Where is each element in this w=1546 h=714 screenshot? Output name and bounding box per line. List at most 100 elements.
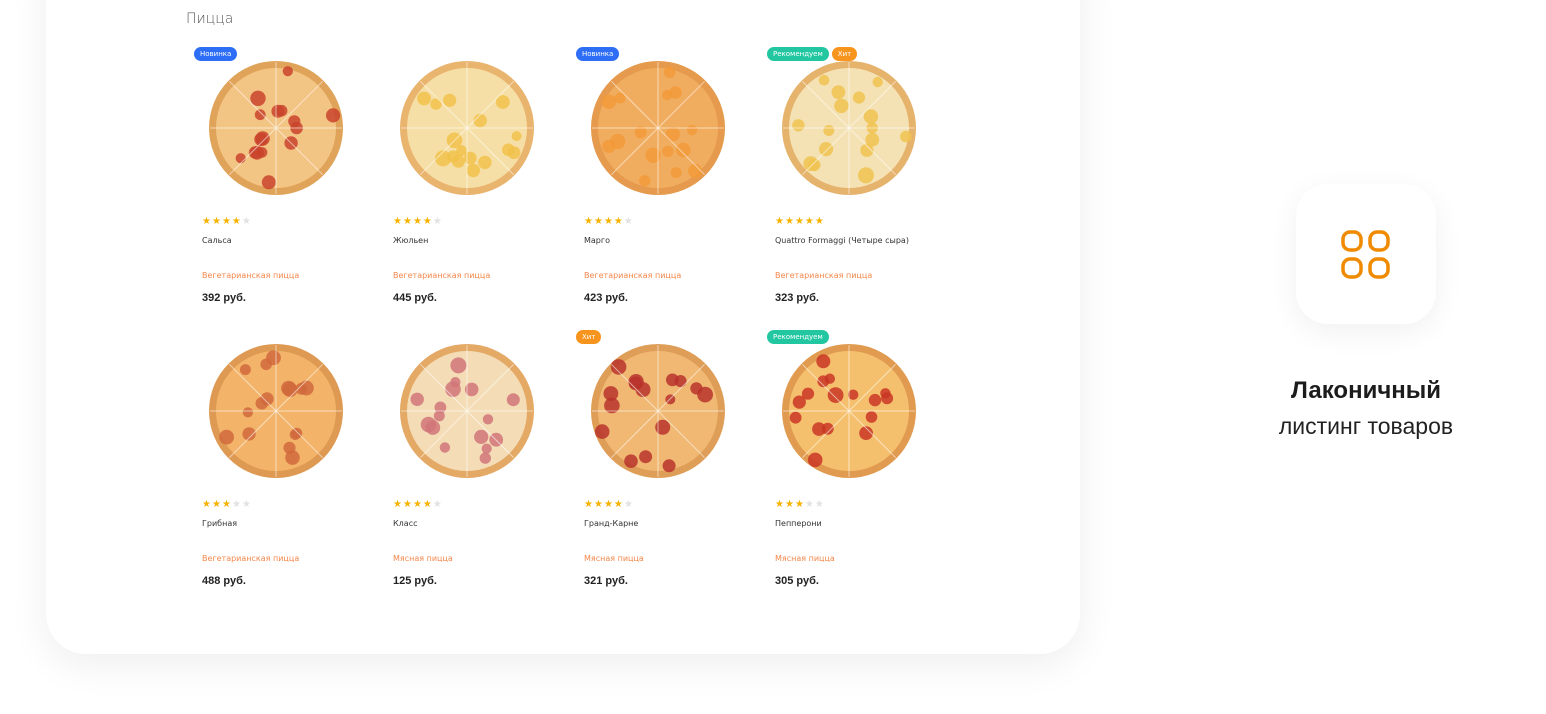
rating-stars: ★★★★★ xyxy=(202,500,252,510)
product-name[interactable]: Грибная xyxy=(202,519,237,528)
product-card[interactable]: ★★★★★ Класс Мясная пицца 125 руб. xyxy=(393,337,563,607)
star-icon: ★ xyxy=(412,499,423,510)
star-icon: ★ xyxy=(804,216,815,227)
star-icon: ★ xyxy=(593,499,604,510)
pizza-image[interactable] xyxy=(393,54,541,202)
star-icon: ★ xyxy=(784,499,795,510)
product-badge: Рекомендуем xyxy=(767,330,829,344)
product-price: 445 руб. xyxy=(393,292,437,304)
star-icon: ★ xyxy=(814,499,825,510)
star-icon: ★ xyxy=(211,216,222,227)
star-icon: ★ xyxy=(202,499,212,510)
product-category: Вегетарианская пицца xyxy=(775,271,873,280)
product-badge: Новинка xyxy=(576,47,620,61)
product-price: 305 руб. xyxy=(775,575,819,587)
star-icon: ★ xyxy=(422,216,433,227)
star-icon: ★ xyxy=(794,216,805,227)
star-icon: ★ xyxy=(393,499,403,510)
feature-subtitle: листинг товаров xyxy=(1278,413,1454,439)
rating-stars: ★★★★★ xyxy=(202,217,252,227)
product-badges: Рекомендуем xyxy=(767,330,829,344)
product-badge: Новинка xyxy=(194,47,238,61)
star-icon: ★ xyxy=(775,499,785,510)
pizza-image[interactable] xyxy=(775,54,923,202)
star-icon: ★ xyxy=(211,499,222,510)
product-card[interactable]: Рекомендуем Хит ★★★★★ Quattro Formaggi (Чет… xyxy=(767,47,945,324)
product-name[interactable]: Класс xyxy=(393,519,418,528)
pizza-image[interactable] xyxy=(393,337,541,485)
product-card[interactable]: Хит ★★★★★ Гранд-Карне Мясная пицца 321 руб. xyxy=(576,330,754,607)
star-icon: ★ xyxy=(422,499,433,510)
star-icon: ★ xyxy=(784,216,795,227)
star-icon: ★ xyxy=(584,499,594,510)
product-price: 423 руб. xyxy=(584,292,628,304)
pizza-image[interactable] xyxy=(202,337,350,485)
star-icon: ★ xyxy=(202,216,212,227)
star-icon: ★ xyxy=(623,499,634,510)
pizza-image[interactable] xyxy=(202,54,350,202)
star-icon: ★ xyxy=(241,499,252,510)
product-category: Мясная пицца xyxy=(775,554,835,563)
product-card[interactable]: ★★★★★ Жюльен Вегетарианская пицца 445 руб. xyxy=(393,54,563,324)
product-badge: Рекомендуем xyxy=(767,47,829,61)
product-card[interactable]: Новинка ★★★★★ Марго Вегетарианская пицца 423… xyxy=(576,47,754,324)
product-name[interactable]: Пепперони xyxy=(775,519,822,528)
star-icon: ★ xyxy=(603,499,614,510)
star-icon: ★ xyxy=(412,216,423,227)
star-icon: ★ xyxy=(231,216,242,227)
rating-stars: ★★★★★ xyxy=(775,500,825,510)
product-name[interactable]: Гранд-Карне xyxy=(584,519,638,528)
product-category: Вегетарианская пицца xyxy=(202,554,300,563)
product-badges: Новинка xyxy=(576,47,620,61)
star-icon: ★ xyxy=(804,499,815,510)
star-icon: ★ xyxy=(231,499,242,510)
star-icon: ★ xyxy=(432,499,443,510)
product-price: 321 руб. xyxy=(584,575,628,587)
pizza-image[interactable] xyxy=(584,337,732,485)
star-icon: ★ xyxy=(794,499,805,510)
product-name[interactable]: Сальса xyxy=(202,236,232,245)
star-icon: ★ xyxy=(593,216,604,227)
product-category: Вегетарианская пицца xyxy=(393,271,491,280)
product-badges: Рекомендуем Хит xyxy=(767,47,858,61)
rating-stars: ★★★★★ xyxy=(584,500,634,510)
feature-title: Лаконичный xyxy=(1290,377,1442,404)
product-name[interactable]: Quattro Formaggi (Четыре сыра) xyxy=(775,236,909,245)
star-icon: ★ xyxy=(814,216,825,227)
product-badge: Хит xyxy=(576,330,602,344)
star-icon: ★ xyxy=(613,216,624,227)
product-badge: Хит xyxy=(831,47,858,61)
pizza-image[interactable] xyxy=(775,337,923,485)
rating-stars: ★★★★★ xyxy=(775,217,825,227)
product-card[interactable]: Новинка ★★★★★ Сальса Вегетарианская пицца 39… xyxy=(194,47,372,324)
rating-stars: ★★★★★ xyxy=(584,217,634,227)
product-category: Вегетарианская пицца xyxy=(584,271,682,280)
product-card[interactable]: ★★★★★ Грибная Вегетарианская пицца 488 руб. xyxy=(202,337,372,607)
grid-icon xyxy=(1341,230,1390,279)
product-badges: Новинка xyxy=(194,47,238,61)
star-icon: ★ xyxy=(221,216,232,227)
product-price: 323 руб. xyxy=(775,292,819,304)
pizza-image[interactable] xyxy=(584,54,732,202)
product-category: Мясная пицца xyxy=(393,554,453,563)
star-icon: ★ xyxy=(775,216,785,227)
section-title: Пицца xyxy=(186,11,234,27)
rating-stars: ★★★★★ xyxy=(393,217,443,227)
star-icon: ★ xyxy=(393,216,403,227)
product-badges: Хит xyxy=(576,330,602,344)
star-icon: ★ xyxy=(613,499,624,510)
product-card[interactable]: Рекомендуем ★★★★★ Пепперони Мясная пицца 305… xyxy=(767,330,945,607)
product-name[interactable]: Жюльен xyxy=(393,236,428,245)
feature-icon-box xyxy=(1296,184,1436,324)
product-price: 125 руб. xyxy=(393,575,437,587)
product-price: 392 руб. xyxy=(202,292,246,304)
star-icon: ★ xyxy=(402,499,413,510)
star-icon: ★ xyxy=(432,216,443,227)
star-icon: ★ xyxy=(402,216,413,227)
star-icon: ★ xyxy=(241,216,252,227)
product-category: Вегетарианская пицца xyxy=(202,271,300,280)
product-name[interactable]: Марго xyxy=(584,236,610,245)
product-category: Мясная пицца xyxy=(584,554,644,563)
product-price: 488 руб. xyxy=(202,575,246,587)
rating-stars: ★★★★★ xyxy=(393,500,443,510)
